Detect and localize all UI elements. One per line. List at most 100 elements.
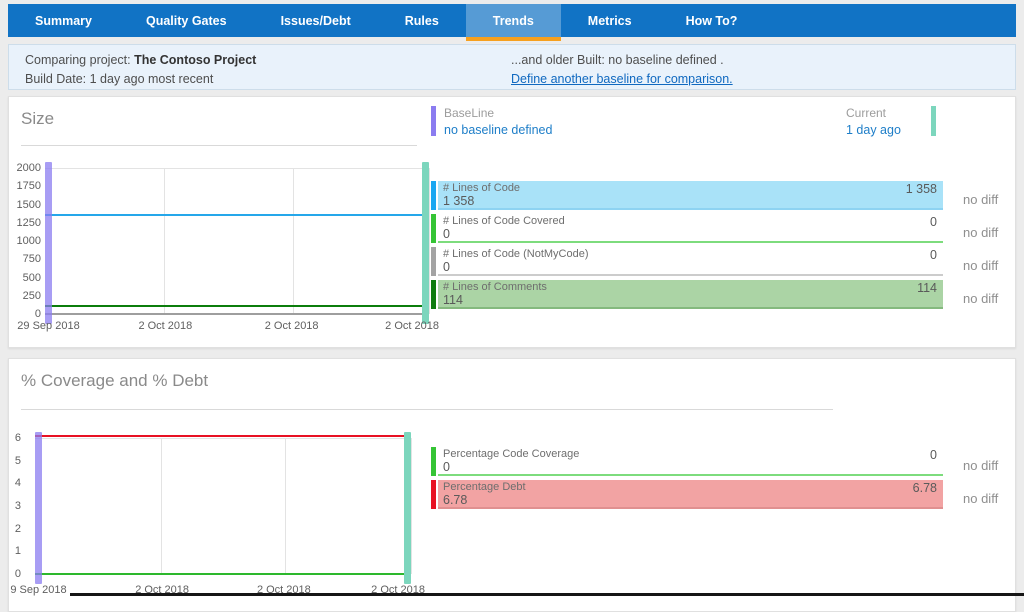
current-label: Current — [846, 106, 923, 120]
gridline — [429, 168, 430, 314]
metric-color-bar — [431, 214, 436, 243]
gridline — [45, 168, 429, 169]
size-metric-list: # Lines of Code1 3581 358no diff# Lines … — [431, 181, 1019, 313]
baseline-marker-band — [35, 432, 42, 584]
size-trend-chart: 02505007501000125015001750200029 Sep 201… — [15, 157, 439, 335]
series-line-percentage-code-coverage — [35, 573, 411, 575]
tab-summary[interactable]: Summary — [8, 4, 119, 37]
y-tick-label: 1000 — [15, 235, 41, 247]
metric-label: Percentage Debt — [443, 481, 526, 493]
panel-size: Size BaseLine no baseline defined Curren… — [8, 96, 1016, 348]
metric-row: Percentage Code Coverage00no diff — [431, 447, 1019, 476]
y-tick-label: 500 — [15, 272, 41, 284]
comparison-info-bar: Comparing project: The Contoso Project B… — [8, 44, 1016, 90]
x-tick-label: 2 Oct 2018 — [247, 320, 337, 332]
metric-color-bar — [431, 247, 436, 276]
metric-label: # Lines of Comments — [443, 281, 547, 293]
older-built-label: ...and older Built: no baseline defined … — [511, 51, 733, 70]
metric-current-value: 0 — [930, 248, 937, 262]
series-line-lines-of-code-notmycode — [45, 313, 429, 315]
gridline — [285, 438, 286, 574]
tab-rules[interactable]: Rules — [378, 4, 466, 37]
metric-label: Percentage Code Coverage — [443, 448, 579, 460]
panel-title-size: Size — [21, 109, 54, 129]
y-tick-label: 4 — [9, 477, 21, 489]
metric-current-value: 114 — [917, 281, 937, 295]
current-marker-band — [422, 162, 429, 324]
baseline-color-bar — [431, 106, 436, 136]
title-divider — [21, 145, 417, 146]
tab-trends[interactable]: Trends — [466, 4, 561, 37]
metric-current-value: 0 — [930, 215, 937, 229]
tab-metrics[interactable]: Metrics — [561, 4, 659, 37]
coverage-debt-metric-list: Percentage Code Coverage00no diffPercent… — [431, 447, 1019, 513]
diff-label: no diff — [943, 247, 1019, 276]
metric-baseline-value: 0 — [443, 227, 450, 241]
metric-baseline-value: 1 358 — [443, 194, 474, 208]
y-tick-label: 1500 — [15, 199, 41, 211]
metric-fill: # Lines of Code1 3581 358 — [438, 181, 943, 210]
y-tick-label: 1250 — [15, 217, 41, 229]
gridline — [161, 438, 162, 574]
current-color-bar — [931, 106, 936, 136]
diff-label: no diff — [943, 280, 1019, 309]
metric-fill: # Lines of Comments114114 — [438, 280, 943, 309]
x-tick-label: 2 Oct 2018 — [385, 320, 439, 332]
metric-color-bar — [431, 181, 436, 210]
metric-label: # Lines of Code (NotMyCode) — [443, 248, 589, 260]
coverage-debt-trend-chart: 01234569 Sep 20182 Oct 20182 Oct 20182 O… — [9, 419, 425, 611]
metric-current-value: 6.78 — [913, 481, 937, 495]
y-tick-label: 5 — [9, 455, 21, 467]
series-line-lines-of-code — [45, 214, 429, 216]
baseline-marker-band — [45, 162, 52, 324]
title-divider — [21, 409, 833, 410]
build-date-label: Build Date: 1 day ago most recent — [25, 70, 256, 89]
baseline-label: BaseLine — [444, 106, 552, 120]
gridline — [164, 168, 165, 314]
y-tick-label: 0 — [15, 308, 41, 320]
metric-row: # Lines of Code Covered00no diff — [431, 214, 1019, 243]
y-tick-label: 3 — [9, 500, 21, 512]
metric-label: # Lines of Code — [443, 182, 520, 194]
y-tick-label: 1750 — [15, 180, 41, 192]
metric-fill: Percentage Code Coverage00 — [438, 447, 943, 476]
gridline — [35, 438, 411, 439]
x-tick-label: 29 Sep 2018 — [4, 320, 94, 332]
metric-current-value: 1 358 — [906, 182, 937, 196]
metric-color-bar — [431, 280, 436, 309]
tab-issues-debt[interactable]: Issues/Debt — [254, 4, 378, 37]
metric-baseline-value: 0 — [443, 460, 450, 474]
y-tick-label: 0 — [9, 568, 21, 580]
tab-how-to[interactable]: How To? — [659, 4, 765, 37]
metric-fill: # Lines of Code Covered00 — [438, 214, 943, 243]
metric-color-bar — [431, 447, 436, 476]
y-tick-label: 1 — [9, 545, 21, 557]
series-line-lines-of-comments — [45, 305, 429, 307]
y-tick-label: 6 — [9, 432, 21, 444]
legend-baseline: BaseLine no baseline defined — [431, 106, 552, 138]
metric-row: Percentage Debt6.786.78no diff — [431, 480, 1019, 509]
series-line-percentage-debt — [35, 435, 411, 437]
metric-current-value: 0 — [930, 448, 937, 462]
define-baseline-link[interactable]: Define another baseline for comparison. — [511, 70, 733, 89]
project-name: The Contoso Project — [134, 53, 256, 67]
y-tick-label: 250 — [15, 290, 41, 302]
tab-bar: SummaryQuality GatesIssues/DebtRulesTren… — [8, 4, 1016, 37]
metric-row: # Lines of Code1 3581 358no diff — [431, 181, 1019, 210]
current-marker-band — [404, 432, 411, 584]
y-tick-label: 750 — [15, 253, 41, 265]
y-tick-label: 2 — [9, 523, 21, 535]
metric-row: # Lines of Comments114114no diff — [431, 280, 1019, 309]
diff-label: no diff — [943, 480, 1019, 509]
metric-fill: # Lines of Code (NotMyCode)00 — [438, 247, 943, 276]
tab-quality-gates[interactable]: Quality Gates — [119, 4, 254, 37]
metric-fill: Percentage Debt6.786.78 — [438, 480, 943, 509]
current-value: 1 day ago — [846, 122, 923, 138]
panel-coverage-debt: % Coverage and % Debt 01234569 Sep 20182… — [8, 358, 1016, 612]
baseline-value: no baseline defined — [444, 122, 552, 138]
metric-baseline-value: 6.78 — [443, 493, 467, 507]
metric-color-bar — [431, 480, 436, 509]
panel-title-coverage-debt: % Coverage and % Debt — [21, 371, 208, 391]
comparing-project-label: Comparing project: — [25, 53, 134, 67]
gridline — [411, 438, 412, 574]
